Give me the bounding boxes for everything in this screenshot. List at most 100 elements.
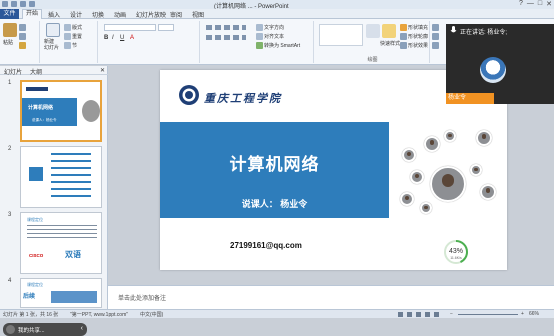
tab-design[interactable]: 设计 bbox=[70, 10, 82, 19]
tab-insert[interactable]: 插入 bbox=[48, 10, 60, 19]
select-icon bbox=[432, 42, 439, 49]
format-painter-button[interactable] bbox=[19, 42, 27, 49]
paragraph-group: 文字方向 对齐文本 转换为 SmartArt bbox=[202, 21, 314, 63]
tab-slideshow[interactable]: 幻灯片放映 bbox=[136, 10, 166, 19]
ribbon-tabs: 文件 开始 插入 设计 切换 动画 幻灯片放映 审阅 视图 bbox=[0, 9, 554, 19]
align-text-label: 对齐文本 bbox=[264, 34, 285, 40]
share-label: 我的共享... bbox=[18, 328, 45, 334]
shape-outline-label: 形状轮廓 bbox=[408, 34, 429, 40]
collapse-icon[interactable]: ‹ bbox=[81, 325, 83, 332]
section-button[interactable]: 节 bbox=[64, 42, 78, 50]
theme-name: "第一PPT, www.1ppt.com" bbox=[70, 312, 129, 318]
title-banner: 计算机网络 说课人： 杨业令 bbox=[160, 122, 389, 218]
slide-thumbnail-2[interactable] bbox=[20, 146, 102, 208]
new-slide-icon[interactable] bbox=[46, 23, 60, 37]
shapes-gallery[interactable] bbox=[319, 24, 363, 46]
minimize-button[interactable]: — bbox=[527, 0, 534, 8]
tab-home[interactable]: 开始 bbox=[22, 9, 43, 19]
section-label: 节 bbox=[72, 43, 78, 49]
brush-icon bbox=[19, 42, 26, 49]
reset-button[interactable]: 重置 bbox=[64, 33, 82, 41]
text-direction-button[interactable]: 文字方向 bbox=[256, 24, 284, 32]
align-buttons[interactable] bbox=[206, 35, 246, 40]
quick-styles-button[interactable]: 快速样式 bbox=[380, 40, 400, 47]
zoom-level[interactable]: 66% bbox=[529, 311, 539, 317]
arrange-icon[interactable] bbox=[366, 24, 380, 38]
tab-file[interactable]: 文件 bbox=[0, 9, 19, 19]
drawing-group-label: 绘图 bbox=[367, 57, 378, 63]
save-icon[interactable] bbox=[2, 1, 8, 7]
speaking-label: 正在讲话: 杨业令; bbox=[460, 30, 508, 36]
layout-button[interactable]: 版式 bbox=[64, 24, 83, 32]
notes-placeholder: 单击此处添加备注 bbox=[118, 296, 167, 302]
redo-icon[interactable] bbox=[20, 1, 26, 7]
align-text-button[interactable]: 对齐文本 bbox=[256, 33, 285, 41]
slide-number: 1 bbox=[8, 80, 12, 86]
smartart-label: 转换为 SmartArt bbox=[264, 43, 301, 49]
paste-icon[interactable] bbox=[3, 23, 17, 37]
copy-icon bbox=[19, 33, 26, 40]
text-direction-icon bbox=[256, 24, 263, 32]
quick-styles-icon[interactable] bbox=[382, 24, 396, 38]
layout-label: 版式 bbox=[72, 25, 83, 31]
title-bar: (计算机网络 ... - PowerPoint ? — □ ✕ bbox=[0, 0, 554, 10]
photo-circle-main bbox=[430, 166, 466, 202]
font-size-select[interactable] bbox=[158, 24, 174, 31]
close-button[interactable]: ✕ bbox=[546, 0, 552, 8]
gauge-speed: 11.6K/s bbox=[450, 256, 462, 260]
photo-circle bbox=[424, 136, 440, 152]
notes-pane[interactable]: 单击此处添加备注 bbox=[108, 285, 554, 309]
smartart-button[interactable]: 转换为 SmartArt bbox=[256, 42, 301, 50]
shape-outline-button[interactable]: 形状轮廓 bbox=[400, 33, 429, 41]
bold-button[interactable]: B bbox=[104, 35, 108, 41]
find-button[interactable] bbox=[432, 24, 440, 31]
help-button[interactable]: ? bbox=[519, 0, 523, 8]
underline-button[interactable]: U bbox=[120, 35, 124, 41]
reset-icon bbox=[64, 33, 71, 41]
tab-slides[interactable]: 幻灯片 bbox=[4, 67, 22, 76]
list-buttons[interactable] bbox=[206, 25, 246, 30]
shape-effects-button[interactable]: 形状效果 bbox=[400, 42, 428, 50]
font-color-button[interactable]: A bbox=[130, 35, 134, 41]
zoom-slider[interactable] bbox=[458, 314, 518, 315]
lecturer-text: 说课人： 杨业令 bbox=[241, 199, 308, 209]
tab-transitions[interactable]: 切换 bbox=[92, 10, 104, 19]
italic-button[interactable]: I bbox=[112, 35, 114, 41]
undo-icon[interactable] bbox=[11, 1, 17, 7]
select-button[interactable] bbox=[432, 42, 440, 49]
slide-number: 4 bbox=[8, 278, 12, 284]
tab-view[interactable]: 视图 bbox=[192, 10, 204, 19]
tab-animations[interactable]: 动画 bbox=[114, 10, 126, 19]
tab-outline[interactable]: 大纲 bbox=[30, 67, 42, 76]
thumb-text: 后续 bbox=[23, 294, 36, 300]
zoom-out-button[interactable]: − bbox=[450, 311, 453, 317]
photo-circle bbox=[480, 184, 496, 200]
video-header: 正在讲话: 杨业令; bbox=[446, 24, 554, 37]
status-bar: 幻灯片 第 1 张，共 16 张 "第一PPT, www.1ppt.com" 中… bbox=[0, 309, 554, 318]
cut-button[interactable] bbox=[19, 24, 27, 31]
slide-thumbnail-3[interactable]: 课程定位 CISCO 双语 bbox=[20, 212, 102, 274]
slide-counter: 幻灯片 第 1 张，共 16 张 bbox=[3, 312, 59, 318]
font-family-select[interactable] bbox=[104, 24, 156, 31]
gauge-percent: 43% bbox=[449, 248, 463, 255]
thumb-text-lines bbox=[27, 225, 97, 241]
maximize-button[interactable]: □ bbox=[538, 0, 542, 8]
paste-button[interactable]: 粘贴 bbox=[3, 39, 13, 46]
copy-button[interactable] bbox=[19, 33, 27, 40]
shape-fill-button[interactable]: 形状填充 bbox=[400, 24, 428, 32]
slide-thumbnail-1[interactable]: 计算机网络 说课人：杨业令 bbox=[20, 80, 102, 142]
participant-avatar bbox=[480, 57, 506, 83]
close-panel-icon[interactable]: ✕ bbox=[100, 67, 105, 74]
view-buttons[interactable] bbox=[398, 312, 442, 317]
share-float-bar[interactable]: 我的共享... ‹ bbox=[3, 323, 87, 336]
quick-access-toolbar bbox=[2, 1, 35, 7]
photo-circle bbox=[400, 192, 414, 206]
tab-review[interactable]: 审阅 bbox=[170, 10, 182, 19]
slide-thumbnail-4[interactable]: 课程定位 后续 bbox=[20, 278, 102, 308]
present-icon[interactable] bbox=[29, 1, 35, 7]
thumb-diagram bbox=[51, 291, 97, 303]
replace-button[interactable] bbox=[432, 33, 440, 40]
new-slide-button[interactable]: 新建 幻灯片 bbox=[44, 39, 59, 51]
panel-tabs: 幻灯片 大纲 ✕ bbox=[0, 66, 108, 76]
zoom-in-button[interactable]: + bbox=[521, 311, 524, 317]
